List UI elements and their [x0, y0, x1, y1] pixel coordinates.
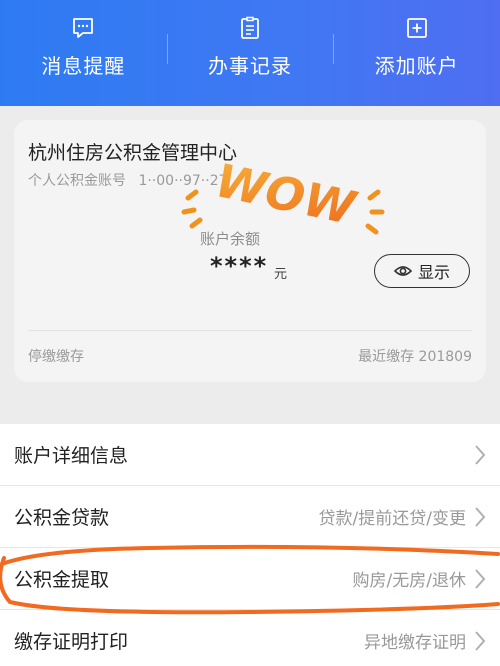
balance-unit: 元 — [274, 267, 288, 282]
chevron-right-icon — [475, 506, 486, 527]
service-record-label: 办事记录 — [208, 54, 292, 78]
balance-value: **** — [210, 252, 269, 280]
menu-item-account-detail[interactable]: 账户详细信息 — [0, 424, 500, 486]
show-balance-button[interactable]: 显示 — [374, 254, 470, 288]
service-record-button[interactable]: 办事记录 — [166, 0, 334, 106]
menu-item-deposit-certificate[interactable]: 缴存证明打印 异地缴存证明 — [0, 610, 500, 666]
card-divider — [28, 330, 472, 331]
menu-item-label: 账户详细信息 — [14, 445, 129, 467]
service-menu: 账户详细信息 公积金贷款 贷款/提前还贷/变更 公积金提取 购房/无房/退休 缴… — [0, 424, 500, 666]
show-balance-label: 显示 — [417, 263, 450, 282]
record-icon — [241, 16, 259, 39]
add-account-icon — [406, 18, 427, 38]
chevron-right-icon — [475, 630, 486, 651]
wow-sticker-text: WOW — [211, 153, 362, 236]
add-account-label: 添加账户 — [374, 54, 459, 78]
menu-item-sub: 异地缴存证明 — [364, 633, 466, 653]
menu-item-sub: 购房/无房/退休 — [352, 571, 466, 591]
wow-sticker: WOW — [181, 153, 385, 236]
chevron-right-icon — [475, 444, 486, 465]
message-reminder-label: 消息提醒 — [41, 54, 126, 78]
menu-item-label: 公积金提取 — [14, 569, 110, 591]
chevron-right-icon — [475, 568, 486, 589]
menu-item-label: 缴存证明打印 — [14, 631, 129, 653]
message-icon — [73, 18, 94, 38]
last-deposit: 最近缴存 201809 — [358, 349, 472, 365]
menu-item-loan[interactable]: 公积金贷款 贷款/提前还贷/变更 — [0, 486, 500, 548]
add-account-button[interactable]: 添加账户 — [333, 0, 500, 106]
balance-label: 账户余额 — [199, 230, 260, 248]
menu-item-sub: 贷款/提前还贷/变更 — [318, 509, 466, 529]
eye-icon — [393, 266, 412, 276]
message-reminder-button[interactable]: 消息提醒 — [0, 0, 167, 106]
menu-item-withdrawal[interactable]: 公积金提取 购房/无房/退休 — [0, 548, 500, 610]
menu-item-label: 公积金贷款 — [14, 507, 110, 529]
account-label: 个人公积金账号 — [28, 173, 126, 189]
top-action-bar: 消息提醒 办事记录 添加账户 — [0, 0, 500, 106]
account-card: 杭州住房公积金管理中心 个人公积金账号 1··00··97··27 WOW 账户… — [14, 120, 486, 382]
account-status: 停缴缴存 — [28, 349, 84, 365]
